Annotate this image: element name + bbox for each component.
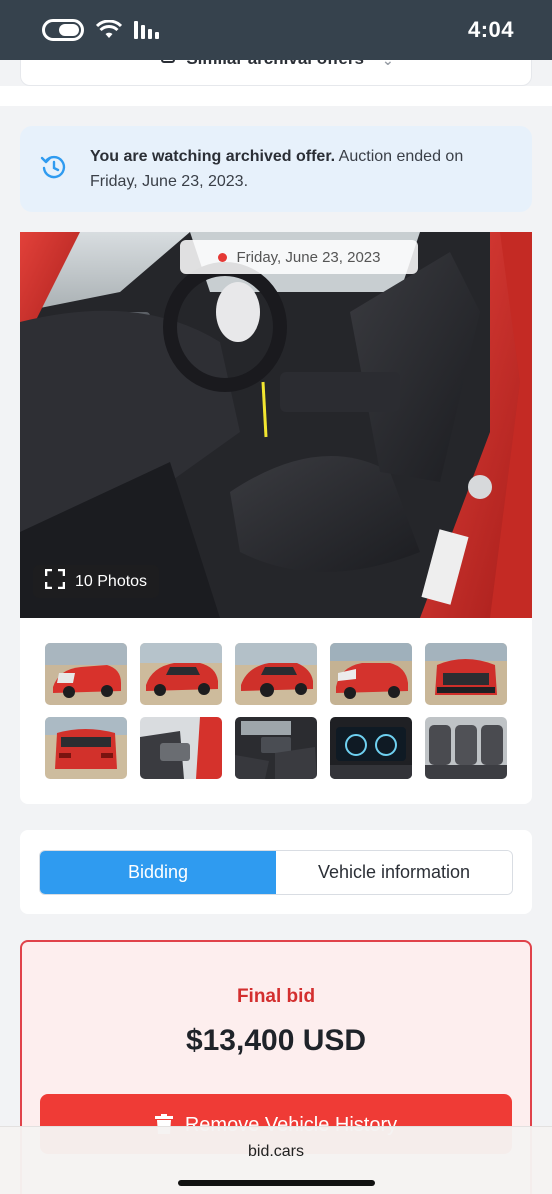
final-bid-label: Final bid <box>236 986 316 1007</box>
thumbnail[interactable] <box>235 717 317 779</box>
thumbnail[interactable] <box>425 643 507 705</box>
photos-count-button[interactable]: 10 Photos <box>33 565 160 598</box>
thumbnail[interactable] <box>45 643 127 705</box>
status-icons <box>42 19 164 41</box>
history-icon <box>40 153 68 186</box>
fullscreen-icon <box>44 568 66 594</box>
main-photo[interactable]: Friday, June 23, 2023 10 Photos <box>20 232 532 618</box>
thumbnail-grid <box>45 643 507 779</box>
wifi-icon <box>96 20 122 40</box>
car-interior-image <box>20 232 532 618</box>
home-indicator[interactable] <box>178 1180 375 1186</box>
clock: 4:04 <box>467 17 514 42</box>
gallery-card: Friday, June 23, 2023 10 Photos <box>20 232 532 804</box>
photo-date-pill: Friday, June 23, 2023 <box>180 240 418 274</box>
url-label[interactable]: bid.cars <box>0 1143 552 1161</box>
final-bid-value: $13,400 USD <box>185 1024 367 1057</box>
archived-notice-text: You are watching archived offer. Auction… <box>90 144 512 194</box>
photo-date: Friday, June 23, 2023 <box>236 248 381 266</box>
archived-notice-bold: You are watching archived offer. <box>90 148 336 165</box>
tab-vehicle-information[interactable]: Vehicle information <box>276 851 512 894</box>
thumbnail[interactable] <box>45 717 127 779</box>
top-section-bg <box>0 86 552 106</box>
tab-bar: Bidding Vehicle information <box>39 850 513 895</box>
browser-bottom-bar: bid.cars <box>0 1126 552 1194</box>
archived-notice: You are watching archived offer. Auction… <box>20 126 532 212</box>
thumbnail[interactable] <box>425 717 507 779</box>
live-dot-icon <box>217 252 227 262</box>
thumbnail[interactable] <box>140 717 222 779</box>
tab-bidding[interactable]: Bidding <box>40 851 276 894</box>
thumbnail[interactable] <box>235 643 317 705</box>
thumbnail[interactable] <box>330 717 412 779</box>
thumbnail[interactable] <box>140 643 222 705</box>
photos-count: 10 Photos <box>75 572 148 590</box>
status-bar: 4:04 <box>0 0 552 60</box>
signal-icon <box>134 21 164 39</box>
thumbnail[interactable] <box>330 643 412 705</box>
toggle-icon <box>42 19 84 41</box>
tabs-card: Bidding Vehicle information <box>20 830 532 914</box>
